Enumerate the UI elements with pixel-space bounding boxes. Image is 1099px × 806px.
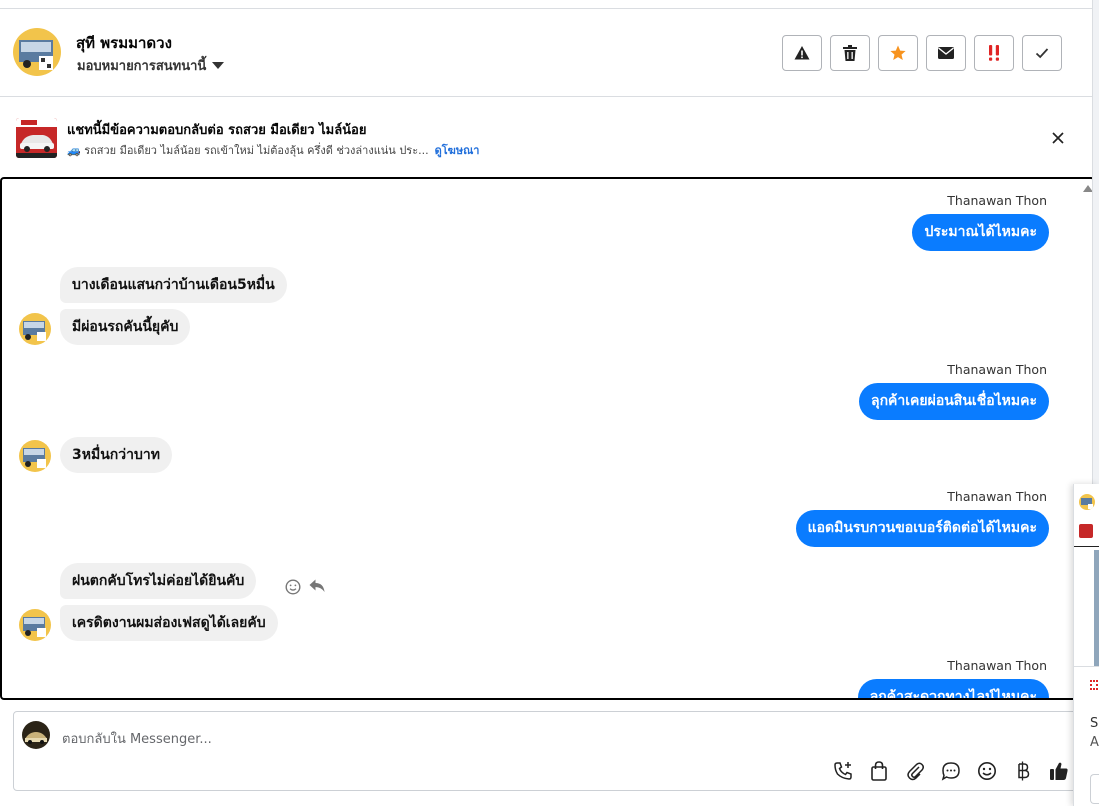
payment-button[interactable] bbox=[1012, 760, 1034, 782]
sender-name: Thanawan Thon bbox=[947, 658, 1047, 673]
priority-button[interactable] bbox=[974, 35, 1014, 71]
phone-add-icon bbox=[834, 762, 852, 780]
view-ad-link[interactable]: ดูโฆษณา bbox=[435, 144, 480, 157]
reply-composer[interactable]: ตอบกลับใน Messenger... bbox=[13, 711, 1092, 791]
message-thread[interactable]: Thanawan Thon ประมาณได้ไหมคะ บางเดือนแสน… bbox=[0, 177, 1095, 700]
trash-icon bbox=[843, 45, 857, 61]
side-panel-peek[interactable]: Sc A bbox=[1073, 484, 1099, 806]
peek-ad-thumbnail bbox=[1079, 524, 1093, 538]
like-button[interactable] bbox=[1048, 760, 1070, 782]
sender-name: Thanawan Thon bbox=[947, 193, 1047, 208]
contact-avatar-small bbox=[19, 440, 51, 472]
mail-button[interactable] bbox=[926, 35, 966, 71]
message-outgoing[interactable]: แอดมินรบกวนขอเบอร์ติดต่อได้ไหมคะ bbox=[795, 510, 1049, 547]
star-icon bbox=[890, 45, 906, 60]
react-emoji-button[interactable] bbox=[283, 577, 303, 597]
emoji-button[interactable] bbox=[976, 760, 998, 782]
delete-button[interactable] bbox=[830, 35, 870, 71]
contact-name: สุที พรมมาดวง bbox=[76, 34, 172, 52]
page-avatar bbox=[22, 721, 50, 749]
header-actions bbox=[782, 35, 1062, 71]
message-outgoing[interactable]: ลุกค้าสะดวกทางไลน์ไหมคะ bbox=[857, 679, 1049, 698]
emoji-icon bbox=[978, 762, 996, 780]
conversation-header: สุที พรมมาดวง มอบหมายการสนทนานี้ bbox=[0, 9, 1092, 97]
attach-button[interactable] bbox=[904, 760, 926, 782]
assign-label: มอบหมายการสนทนานี้ bbox=[77, 59, 207, 74]
warning-icon bbox=[794, 46, 810, 60]
bag-icon bbox=[871, 761, 887, 781]
mark-done-button[interactable] bbox=[1022, 35, 1062, 71]
message-outgoing[interactable]: ประมาณได้ไหมคะ bbox=[912, 214, 1049, 251]
paperclip-icon bbox=[907, 762, 924, 781]
contact-avatar-small bbox=[19, 609, 51, 641]
baht-icon bbox=[1018, 761, 1030, 781]
sender-name: Thanawan Thon bbox=[947, 489, 1047, 504]
ad-thumbnail[interactable] bbox=[16, 118, 57, 158]
ad-title: แชทนี้มีข้อความตอบกลับต่อ รถสวย มือเดียว… bbox=[67, 123, 367, 138]
message-outgoing[interactable]: ลุกค้าเคยผ่อนสินเชื่อไหมคะ bbox=[858, 383, 1049, 420]
peek-text-line: Sc bbox=[1090, 716, 1099, 731]
thumbs-up-icon bbox=[1050, 762, 1068, 780]
warning-button[interactable] bbox=[782, 35, 822, 71]
shop-button[interactable] bbox=[868, 760, 890, 782]
ad-subtitle: 🚙 รถสวย มือเดียว ไมล์น้อย รถเข้าใหม่ ไม่… bbox=[67, 141, 479, 159]
message-incoming[interactable]: มีผ่อนรถคันนี้ยุคับ bbox=[60, 309, 191, 345]
chat-bubble-icon bbox=[941, 762, 960, 781]
ad-reply-banner: แชทนี้มีข้อความตอบกลับต่อ รถสวย มือเดียว… bbox=[0, 98, 1092, 176]
double-exclamation-icon bbox=[989, 45, 999, 61]
saved-replies-button[interactable] bbox=[940, 760, 962, 782]
check-icon bbox=[1035, 48, 1049, 59]
mail-icon bbox=[938, 47, 954, 59]
contact-avatar-small bbox=[19, 313, 51, 345]
peek-divider bbox=[1074, 546, 1099, 547]
message-input[interactable]: ตอบกลับใน Messenger... bbox=[62, 728, 212, 749]
message-incoming[interactable]: เครดิตงานผมส่องเฟสดูได้เลยคับ bbox=[60, 605, 278, 641]
peek-avatar bbox=[1079, 494, 1095, 510]
call-button[interactable] bbox=[832, 760, 854, 782]
smiley-icon bbox=[285, 579, 301, 595]
sender-name: Thanawan Thon bbox=[947, 362, 1047, 377]
close-icon bbox=[1052, 132, 1064, 144]
reply-arrow-icon bbox=[309, 579, 325, 592]
reply-button[interactable] bbox=[307, 576, 327, 596]
message-incoming[interactable]: 3หมื่นกว่าบาท bbox=[60, 437, 172, 473]
peek-logo-icon bbox=[1090, 680, 1098, 690]
star-button[interactable] bbox=[878, 35, 918, 71]
message-incoming[interactable]: บางเดือนแสนกว่าบ้านเดือน5หมื่น bbox=[60, 267, 287, 303]
contact-avatar[interactable] bbox=[13, 28, 61, 76]
close-banner-button[interactable] bbox=[1046, 126, 1070, 150]
peek-text-line: A bbox=[1090, 735, 1099, 750]
ad-description: 🚙 รถสวย มือเดียว ไมล์น้อย รถเข้าใหม่ ไม่… bbox=[67, 144, 429, 157]
peek-divider bbox=[1074, 666, 1099, 667]
peek-image bbox=[1094, 550, 1099, 666]
composer-toolbar bbox=[832, 760, 1070, 782]
message-incoming[interactable]: ฝนตกคับโทรไม่ค่อยได้ยินคับ bbox=[60, 563, 257, 599]
caret-down-icon bbox=[212, 62, 225, 69]
peek-input[interactable] bbox=[1090, 774, 1099, 804]
assign-conversation-dropdown[interactable]: มอบหมายการสนทนานี้ bbox=[77, 55, 225, 76]
